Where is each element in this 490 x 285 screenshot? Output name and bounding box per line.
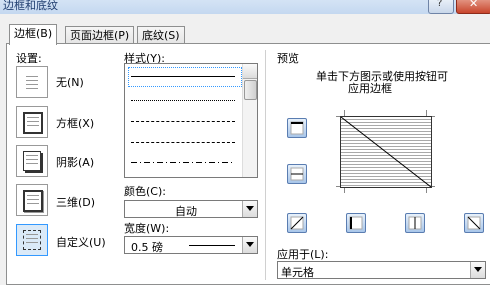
column-divider [265, 50, 266, 280]
setting-box-label[interactable]: 方框(X) [56, 115, 94, 131]
width-dropdown-arrow[interactable] [242, 237, 257, 253]
apply-to-label: 应用于(L): [277, 248, 329, 261]
color-dropdown[interactable]: 自动 [124, 200, 258, 218]
setting-shadow-label[interactable]: 阴影(A) [56, 154, 94, 170]
help-icon: ? [437, 0, 443, 9]
diagonal-up-button[interactable] [287, 213, 307, 233]
diagonal-down-icon [467, 216, 481, 230]
scroll-thumb[interactable] [244, 80, 257, 100]
style-listbox[interactable] [124, 63, 258, 178]
tab-page-border[interactable]: 页面边框(P) [65, 26, 135, 44]
color-dropdown-arrow[interactable] [242, 201, 257, 217]
chevron-down-icon [246, 242, 254, 247]
box-border-icon[interactable] [16, 106, 48, 138]
style-option-dash-dot[interactable] [131, 162, 235, 163]
style-selection [128, 67, 242, 87]
help-button[interactable]: ? [428, 0, 454, 14]
window-title: 边框和底纹 [3, 0, 58, 12]
chevron-down-icon [246, 206, 254, 211]
style-option-solid[interactable] [131, 76, 235, 77]
apply-to-dropdown[interactable]: 单元格 [277, 261, 486, 279]
title-bar: 边框和底纹 ? ✕ [0, 0, 490, 14]
style-scrollbar[interactable] [242, 64, 257, 177]
shadow-border-icon[interactable] [16, 145, 48, 177]
inside-vertical-border-icon [408, 216, 422, 230]
style-option-dotted[interactable] [131, 100, 235, 101]
top-border-icon [290, 121, 304, 135]
chevron-down-icon [474, 267, 482, 272]
scroll-up-button[interactable] [243, 64, 257, 79]
apply-to-dropdown-arrow[interactable] [470, 262, 485, 278]
color-value: 自动 [175, 205, 197, 218]
setting-3d-label[interactable]: 三维(D) [56, 194, 95, 210]
diagonal-down-button[interactable] [464, 213, 484, 233]
no-border-icon[interactable] [16, 66, 48, 98]
preview-heading: 预览 [277, 52, 299, 65]
width-label: 宽度(W): [124, 222, 170, 235]
setting-none-label[interactable]: 无(N) [56, 74, 84, 90]
style-option-long-dashed[interactable] [131, 142, 235, 143]
settings-heading: 设置: [16, 52, 42, 65]
left-border-button[interactable] [346, 213, 366, 233]
tab-borders[interactable]: 边框(B) [9, 24, 58, 45]
3d-border-icon[interactable] [16, 184, 48, 216]
horizontal-border-button[interactable] [287, 164, 307, 184]
close-icon: ✕ [469, 0, 479, 10]
diagonal-up-icon [290, 216, 304, 230]
custom-border-icon[interactable] [16, 224, 48, 256]
setting-custom-label[interactable]: 自定义(U) [56, 234, 106, 250]
width-line-sample [189, 245, 235, 246]
preview-hint-line2: 应用边框 [348, 82, 392, 95]
apply-to-value: 单元格 [281, 266, 314, 279]
top-border-button[interactable] [287, 118, 307, 138]
tab-shading[interactable]: 底纹(S) [137, 26, 185, 44]
vertical-border-button[interactable] [405, 213, 425, 233]
inside-horizontal-border-icon [290, 167, 304, 181]
border-preview[interactable] [340, 116, 432, 188]
diagonal-line-icon [341, 117, 431, 187]
width-value: 0.5 磅 [131, 241, 163, 254]
style-option-dashed[interactable] [131, 121, 235, 122]
left-border-icon [349, 216, 363, 230]
width-dropdown[interactable]: 0.5 磅 [124, 236, 258, 254]
close-button[interactable]: ✕ [456, 0, 490, 14]
color-label: 颜色(C): [124, 185, 166, 198]
